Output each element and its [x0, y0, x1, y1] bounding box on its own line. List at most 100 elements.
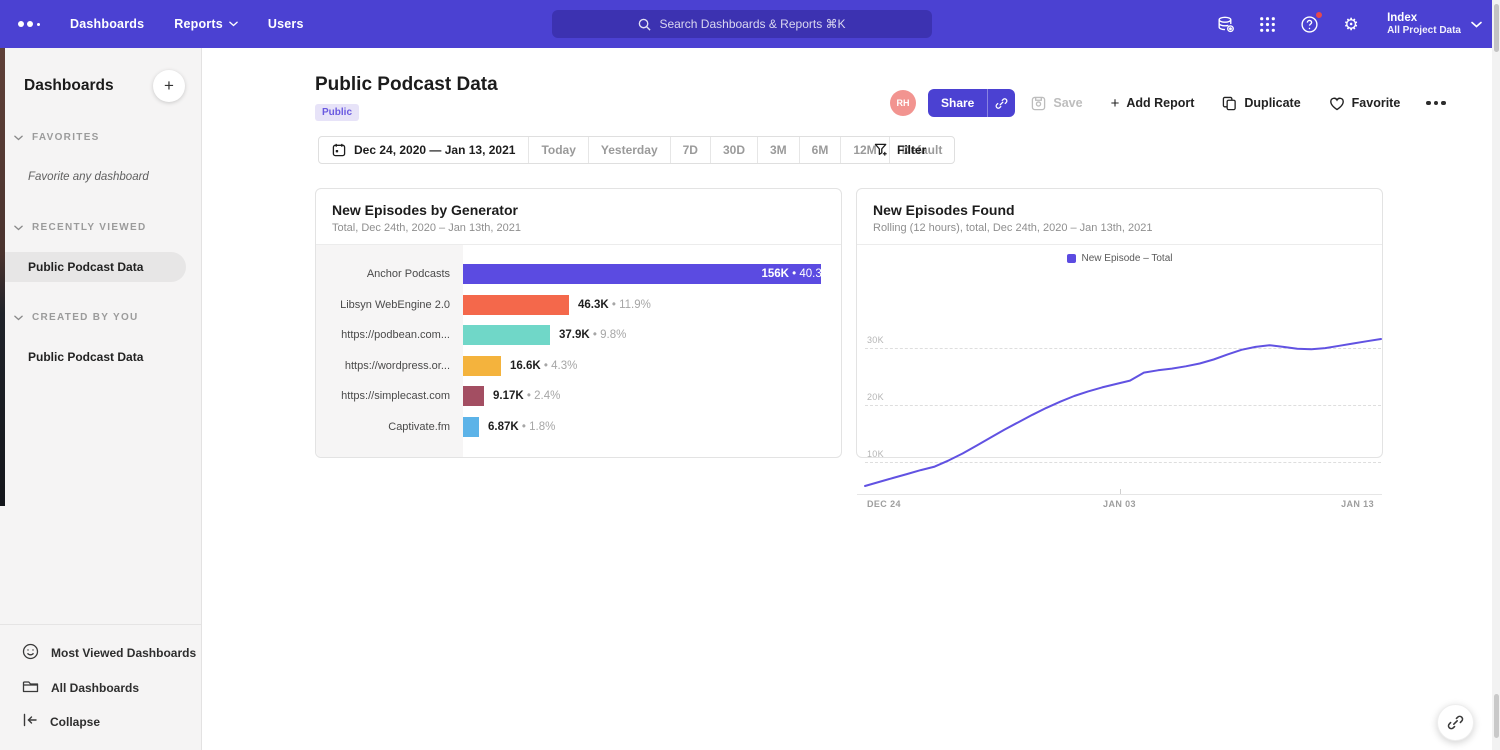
sidebar-section-created-by-you[interactable]: CREATED BY YOU [14, 308, 201, 326]
duplicate-button[interactable]: Duplicate [1222, 96, 1300, 111]
scrollbar-thumb[interactable] [1494, 4, 1499, 52]
date-preset-yesterday[interactable]: Yesterday [588, 137, 670, 163]
favorite-button[interactable]: Favorite [1329, 96, 1401, 111]
line-plot-area: 30K20K10K [865, 327, 1381, 494]
bar-segment[interactable] [463, 295, 569, 315]
nav-item-dashboards[interactable]: Dashboards [70, 17, 144, 31]
date-preset-3m[interactable]: 3M [757, 137, 799, 163]
share-button-label[interactable]: Share [928, 89, 987, 117]
sidebar: Dashboards + FAVORITES Favorite any dashb… [0, 48, 202, 750]
apps-grid-icon[interactable] [1257, 14, 1277, 34]
date-preset-today[interactable]: Today [528, 137, 587, 163]
card-new-episodes-by-generator: New Episodes by Generator Total, Dec 24t… [315, 188, 842, 458]
line-series-new-episode-total [865, 327, 1381, 494]
avatar[interactable]: RH [890, 90, 916, 116]
search-icon [638, 18, 651, 31]
floating-link-button[interactable] [1437, 704, 1474, 741]
more-options-button[interactable] [1426, 101, 1446, 106]
sidebar-footer-most-viewed-dashboards[interactable]: Most Viewed Dashboards [0, 635, 201, 671]
card-subtitle: Rolling (12 hours), total, Dec 24th, 202… [873, 222, 1366, 234]
date-preset-7d[interactable]: 7D [670, 137, 710, 163]
bar-value-label: 9.17K • 2.4% [493, 390, 560, 402]
chevron-down-icon [14, 218, 23, 236]
data-sources-icon[interactable] [1215, 14, 1235, 34]
folder-icon [22, 679, 39, 697]
add-dashboard-button[interactable]: + [153, 70, 185, 102]
save-button[interactable]: Save [1031, 96, 1082, 111]
sidebar-footer-all-dashboards[interactable]: All Dashboards [0, 671, 201, 705]
top-nav: Dashboards Reports Users Search Dashboards… [0, 0, 1500, 48]
bar-row-https-wordpress-or: https://wordpress.or...16.6K • 4.3% [316, 351, 841, 382]
bar-row-anchor-podcasts: Anchor Podcasts156K • 40.3% [316, 259, 841, 290]
filter-button[interactable]: Filter [874, 136, 926, 164]
project-switcher[interactable]: Index All Project Data [1387, 11, 1482, 38]
chart-legend: New Episode – Total [857, 253, 1382, 264]
sidebar-title: Dashboards [24, 77, 114, 95]
bar-row-https-podbean-com: https://podbean.com... 37.9K • 9.8% [316, 320, 841, 351]
scrollbar[interactable] [1492, 0, 1500, 750]
sidebar-sections: FAVORITES Favorite any dashboard RECENTLY … [0, 128, 201, 372]
sidebar-footer: Most Viewed DashboardsAll DashboardsColl… [0, 624, 201, 750]
sidebar-item-public-podcast-data[interactable]: Public Podcast Data [0, 252, 186, 282]
nav-item-users[interactable]: Users [268, 17, 304, 31]
project-scope: All Project Data [1387, 25, 1461, 38]
bar-value-label: 37.9K • 9.8% [559, 329, 626, 341]
bar-category-label: https://podbean.com... [316, 329, 463, 341]
bar-value-label: 6.87K • 1.8% [488, 421, 555, 433]
share-button[interactable]: Share [928, 89, 1015, 117]
sidebar-section-recently-viewed[interactable]: RECENTLY VIEWED [14, 218, 201, 236]
sidebar-section-favorites[interactable]: FAVORITES [14, 128, 201, 146]
sidebar-placeholder-text: Favorite any dashboard [0, 162, 201, 192]
bar-chart: Anchor Podcasts156K • 40.3%Libsyn WebEng… [316, 245, 841, 457]
nav-item-reports[interactable]: Reports [174, 17, 238, 31]
x-tick-label-jan-13: JAN 13 [1341, 499, 1374, 509]
bar-value-label: 46.3K • 11.9% [578, 299, 651, 311]
x-tick-label-jan-03: JAN 03 [1103, 499, 1136, 509]
sidebar-item-public-podcast-data[interactable]: Public Podcast Data [0, 342, 201, 372]
share-link-icon[interactable] [987, 89, 1015, 117]
settings-gear-icon[interactable]: ⚙ [1341, 14, 1361, 34]
bar-segment[interactable] [463, 386, 484, 406]
app-root: Dashboards Reports Users Search Dashboards… [0, 0, 1500, 750]
filter-icon [874, 143, 889, 157]
x-axis-tick [1120, 489, 1121, 494]
main-nav-items: Dashboards Reports Users [70, 17, 304, 31]
date-preset-6m[interactable]: 6M [799, 137, 841, 163]
chevron-down-icon [14, 128, 23, 146]
bar-segment[interactable] [463, 356, 501, 376]
brand-dot [18, 21, 24, 27]
legend-swatch [1067, 254, 1076, 263]
collapse-icon [22, 713, 38, 730]
link-icon [1447, 714, 1464, 731]
heart-icon [1329, 96, 1345, 111]
bar-segment[interactable] [463, 325, 550, 345]
bar-segment[interactable] [463, 417, 479, 437]
card-title: New Episodes Found [873, 202, 1366, 218]
card-subtitle: Total, Dec 24th, 2020 – Jan 13th, 2021 [332, 222, 825, 234]
date-preset-30d[interactable]: 30D [710, 137, 757, 163]
page-actions: RH Share Save + Add Report Duplicate Fav… [890, 89, 1446, 117]
line-chart: New Episode – Total 30K20K10K DEC 24JAN … [857, 245, 1382, 457]
bar-category-label: Anchor Podcasts [316, 268, 463, 280]
brand-dot-small [37, 23, 40, 26]
plus-icon: + [1111, 96, 1120, 111]
sidebar-footer-collapse[interactable]: Collapse [0, 705, 201, 738]
add-report-button[interactable]: + Add Report [1111, 96, 1195, 111]
brand-logo-icon[interactable] [18, 21, 40, 27]
chevron-down-icon [1471, 21, 1482, 28]
page-title: Public Podcast Data [315, 74, 498, 96]
visibility-badge: Public [315, 104, 359, 121]
date-range-picker[interactable]: Dec 24, 2020 — Jan 13, 2021 [319, 137, 528, 163]
bar-value-label: 16.6K • 4.3% [510, 360, 577, 372]
calendar-icon [332, 143, 346, 157]
nav-right-cluster: ⚙ Index All Project Data [1215, 0, 1482, 48]
chevron-down-icon [229, 21, 238, 27]
search-input[interactable]: Search Dashboards & Reports ⌘K [552, 10, 932, 38]
card-title: New Episodes by Generator [332, 202, 825, 218]
x-tick-label-dec-24: DEC 24 [867, 499, 901, 509]
desktop-edge-artifact [0, 48, 5, 506]
bar-row-https-simplecast-com: https://simplecast.com9.17K • 2.4% [316, 381, 841, 412]
chevron-down-icon [14, 308, 23, 326]
help-icon[interactable] [1299, 14, 1319, 34]
scrollbar-thumb-secondary[interactable] [1494, 694, 1499, 738]
